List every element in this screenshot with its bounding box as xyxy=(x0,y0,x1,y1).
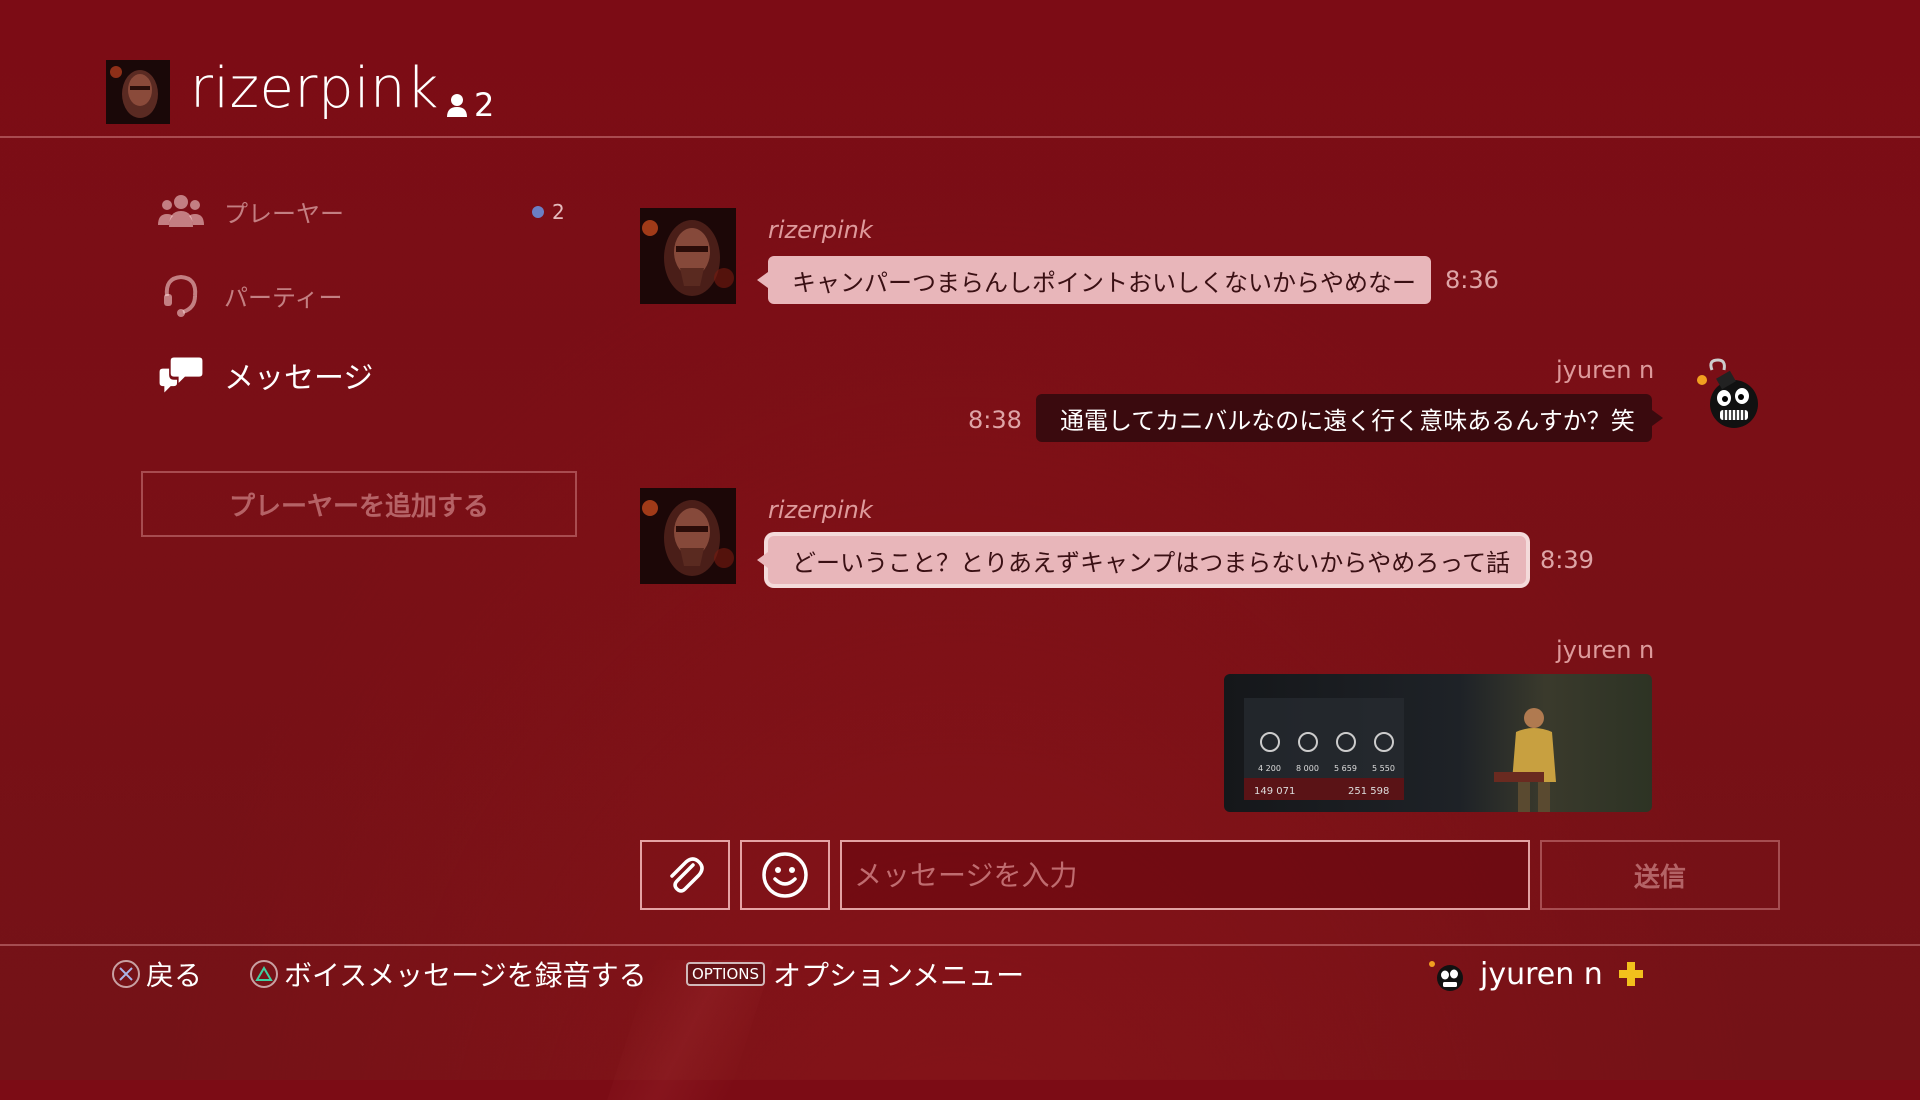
sidebar-item-party[interactable]: パーティー xyxy=(158,272,343,318)
back-hint[interactable]: 戻る xyxy=(112,954,202,994)
screenshot-attachment[interactable]: 4 200 8 000 5 659 5 550 149 071 251 598 xyxy=(1224,674,1652,812)
screenshot-stat-icon xyxy=(1374,732,1394,752)
message-bubble[interactable]: 通電してカニバルなのに遠く行く意味あるんすか？笑 xyxy=(1036,394,1663,442)
options-label: オプションメニュー xyxy=(773,959,1025,992)
message-sender: rizerpink xyxy=(768,496,873,524)
back-label: 戻る xyxy=(146,959,203,992)
avatar xyxy=(640,208,736,304)
players-badge-count: 2 xyxy=(552,200,565,224)
avatar xyxy=(640,488,736,584)
screenshot-stat: 5 659 xyxy=(1334,764,1357,773)
conversation-title: rizerpink xyxy=(190,56,439,121)
sidebar-item-label: パーティー xyxy=(224,283,343,312)
screenshot-stat-icon xyxy=(1336,732,1356,752)
paperclip-icon xyxy=(670,857,704,893)
header-bar: rizerpink 2 xyxy=(0,0,1920,138)
screenshot-stat: 8 000 xyxy=(1296,764,1319,773)
smiley-icon xyxy=(762,852,808,898)
screenshot-stat: 4 200 xyxy=(1258,764,1281,773)
group-avatar xyxy=(106,60,170,124)
bomb-avatar-small xyxy=(1429,961,1463,991)
member-count: 2 xyxy=(446,86,494,124)
message-bubble[interactable]: キャンパーつまらんしポイントおいしくないからやめなー xyxy=(757,256,1431,304)
message-bubble[interactable]: どーいうこと？とりあえずキャンプはつまらないからやめろって話 xyxy=(757,536,1526,584)
sidebar-item-players[interactable]: プレーヤー xyxy=(158,188,344,234)
sidebar-item-label: プレーヤー xyxy=(224,199,344,228)
add-player-button[interactable]: プレーヤーを追加する xyxy=(141,471,577,537)
online-dot xyxy=(532,206,544,218)
message-sender: rizerpink xyxy=(768,216,873,244)
message-time: 8:36 xyxy=(1445,266,1499,294)
screenshot-total: 251 598 xyxy=(1348,786,1390,797)
emoji-button[interactable] xyxy=(740,840,830,910)
players-badge: 2 xyxy=(532,200,565,224)
ps-plus-icon xyxy=(1618,962,1643,986)
headset-icon xyxy=(158,272,204,318)
people-icon xyxy=(158,188,204,234)
sidebar-item-label: メッセージ xyxy=(224,361,374,396)
options-key-icon: OPTIONS xyxy=(686,962,765,986)
voice-message-hint[interactable]: ボイスメッセージを録音する xyxy=(250,954,647,994)
screenshot-character xyxy=(1494,708,1556,812)
message-input[interactable] xyxy=(842,842,1528,908)
message-input-box[interactable] xyxy=(840,840,1530,910)
voice-message-label: ボイスメッセージを録音する xyxy=(284,959,647,992)
screenshot-total: 149 071 xyxy=(1254,786,1296,797)
message-time: 8:39 xyxy=(1540,546,1594,574)
send-button[interactable]: 送信 xyxy=(1540,840,1780,910)
message-time: 8:38 xyxy=(968,406,1022,434)
screenshot-stat: 5 550 xyxy=(1372,764,1395,773)
sidebar-item-messages[interactable]: メッセージ xyxy=(158,352,373,398)
screenshot-stat-icon xyxy=(1260,732,1280,752)
message-sender: jyuren n xyxy=(1556,636,1655,664)
screenshot-stat-icon xyxy=(1298,732,1318,752)
speech-bubbles-icon xyxy=(158,352,204,398)
options-hint[interactable]: OPTIONS オプションメニュー xyxy=(686,954,1024,994)
current-user-name: jyuren n xyxy=(1480,956,1603,992)
bomb-avatar xyxy=(1697,358,1758,428)
person-icon xyxy=(447,94,467,117)
triangle-button-icon xyxy=(250,960,278,988)
current-user: jyuren n xyxy=(1426,954,1645,994)
cross-button-icon xyxy=(112,960,140,988)
message-sender: jyuren n xyxy=(1556,356,1655,384)
attach-button[interactable] xyxy=(640,840,730,910)
member-count-value: 2 xyxy=(474,86,495,124)
footer-divider xyxy=(0,944,1920,946)
